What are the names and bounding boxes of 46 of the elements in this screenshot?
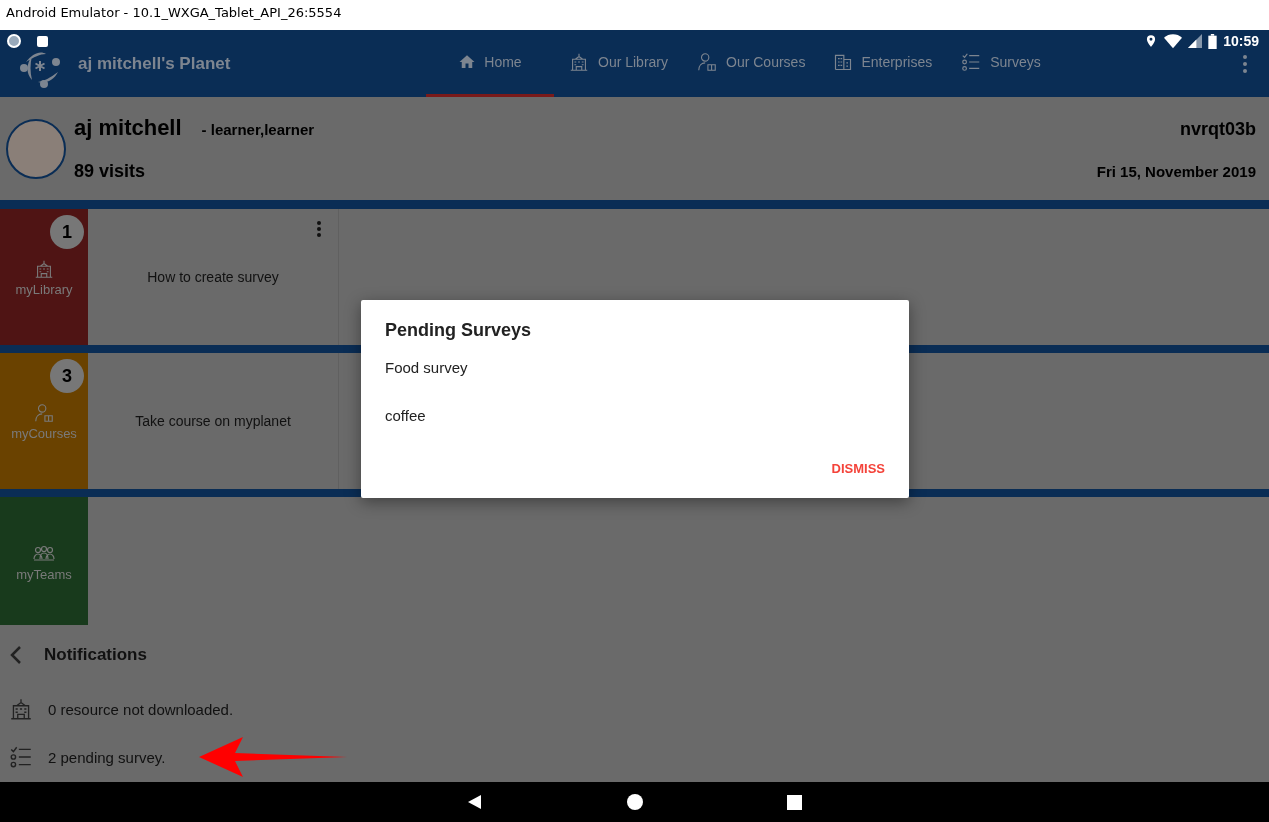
section-tile[interactable]: myTeams: [0, 497, 88, 625]
tile-label: myTeams: [16, 566, 72, 582]
user-code: nvrqt03b: [1179, 119, 1256, 140]
tile-label: myLibrary: [15, 281, 73, 297]
battery-icon: [1208, 33, 1218, 49]
notification-circle-icon: [7, 34, 21, 48]
recents-square-icon[interactable]: [787, 794, 802, 810]
notifications-heading: Notifications: [44, 645, 147, 665]
section-tile[interactable]: 1 myLibrary: [0, 209, 88, 345]
visit-count: 89 visits: [74, 161, 146, 182]
home-circle-icon[interactable]: [627, 794, 643, 810]
tile-person-book-icon: [33, 401, 55, 424]
signal-icon: [1188, 34, 1203, 48]
tile-label: myCourses: [11, 425, 77, 441]
count-badge: 3: [50, 359, 84, 393]
count-badge: 1: [50, 215, 84, 249]
survey-item[interactable]: Food survey: [385, 359, 885, 407]
nav-tab[interactable]: Our Courses: [682, 30, 820, 97]
current-date: Fri 15, November 2019: [1096, 163, 1256, 180]
tab-building-icon: [833, 52, 854, 72]
home-icon: [458, 53, 477, 71]
tab-person-book-icon: [696, 51, 719, 73]
tab-building-icon: [568, 51, 590, 73]
section-tile[interactable]: 3 myCourses: [0, 353, 88, 489]
nav-tab[interactable]: Our Library: [554, 30, 683, 97]
notification-building-icon: [8, 696, 34, 722]
notification-text: 2 pending survey.: [48, 748, 166, 766]
card-item[interactable]: Take course on myplanet: [88, 353, 339, 489]
item-title: Take course on myplanet: [135, 413, 291, 429]
user-name: aj mitchell: [74, 115, 182, 141]
item-title: How to create survey: [147, 269, 279, 285]
status-time: 10:59: [1223, 33, 1259, 49]
nav-tab[interactable]: Enterprises: [819, 30, 947, 97]
app-title: aj mitchell's Planet: [78, 53, 231, 74]
user-role: - learner,learner: [201, 121, 315, 138]
notification-checklist-icon: [8, 744, 34, 770]
back-triangle-icon[interactable]: [467, 794, 483, 810]
back-icon[interactable]: [10, 645, 22, 665]
dialog-title: Pending Surveys: [385, 320, 533, 341]
wifi-icon: [1164, 33, 1183, 49]
item-menu-icon[interactable]: [315, 219, 323, 239]
card-item[interactable]: How to create survey: [88, 209, 339, 345]
nav-tab[interactable]: Surveys: [946, 30, 1055, 97]
notification-text: 0 resource not downloaded.: [48, 700, 234, 718]
sd-card-icon: [37, 35, 48, 47]
nav-tab[interactable]: Home: [426, 30, 554, 97]
